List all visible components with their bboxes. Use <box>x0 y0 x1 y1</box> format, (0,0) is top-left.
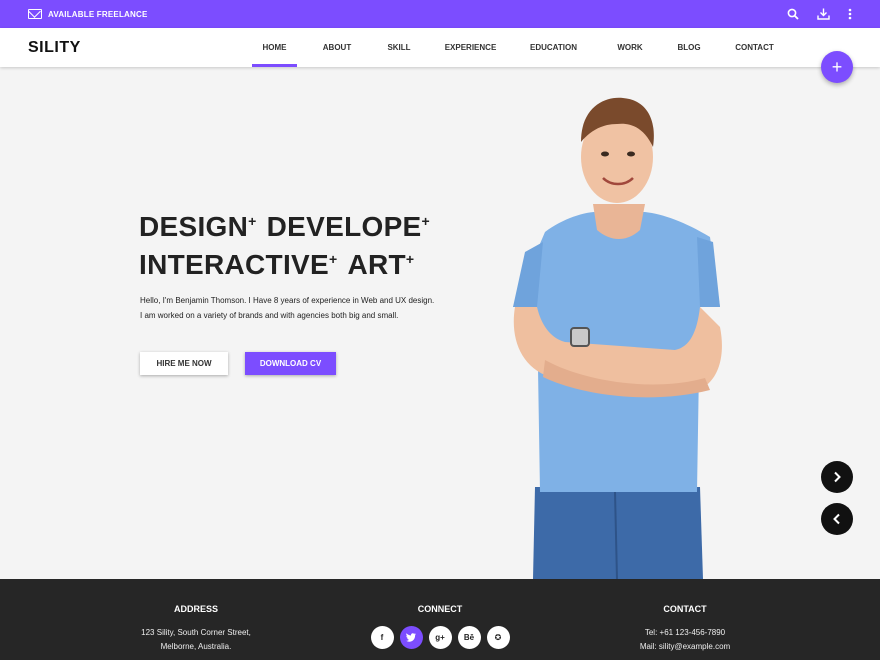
nav-item-about[interactable]: ABOUT <box>297 28 377 67</box>
add-fab-button[interactable]: + <box>821 51 853 83</box>
dribbble-icon[interactable]: ✪ <box>486 626 510 649</box>
hero-description-line: Hello, I'm Benjamin Thomson. I Have 8 ye… <box>140 296 435 305</box>
contact-mail[interactable]: Mail: sility@example.com <box>585 640 785 654</box>
plus-icon: + <box>831 56 843 77</box>
nav-item-work[interactable]: WORK <box>587 28 673 67</box>
next-slide-button[interactable] <box>821 461 853 493</box>
footer: ADDRESS 123 Sility, South Corner Street,… <box>0 579 880 660</box>
footer-address: ADDRESS 123 Sility, South Corner Street,… <box>96 604 296 654</box>
prev-slide-button[interactable] <box>821 503 853 535</box>
nav-item-education[interactable]: EDUCATION <box>520 28 587 67</box>
main-nav: SILITY HOME ABOUT SKILL EXPERIENCE EDUCA… <box>0 28 880 67</box>
hero-headline: DESIGN+ DEVELOPE+ INTERACTIVE+ ART+ <box>139 208 440 284</box>
address-line: Melborne, Australia. <box>160 642 232 651</box>
footer-connect-title: CONNECT <box>417 604 463 614</box>
nav-item-blog[interactable]: BLOG <box>673 28 705 67</box>
social-links: f g+ Bē ✪ <box>340 626 540 649</box>
facebook-icon[interactable]: f <box>370 626 394 649</box>
nav-item-contact[interactable]: CONTACT <box>705 28 804 67</box>
top-bar-actions <box>787 8 852 20</box>
more-vert-icon[interactable] <box>848 8 852 20</box>
top-bar: AVAILABLE FREELANCE <box>0 0 880 28</box>
portrait-photo <box>513 97 722 579</box>
download-cv-button[interactable]: DOWNLOAD CV <box>245 352 336 375</box>
plus-mark: + <box>405 251 415 267</box>
twitter-icon[interactable] <box>399 626 423 649</box>
nav-item-experience[interactable]: EXPERIENCE <box>421 28 520 67</box>
freelance-status: AVAILABLE FREELANCE <box>48 9 148 19</box>
nav-item-skill[interactable]: SKILL <box>377 28 421 67</box>
footer-contact-title: CONTACT <box>663 604 707 614</box>
hero-description-line: I am worked on a variety of brands and w… <box>140 311 399 320</box>
search-icon[interactable] <box>787 8 799 20</box>
headline-word: DEVELOPE <box>266 211 422 242</box>
contact-tel: Tel: +61 123-456-7890 <box>644 628 726 637</box>
headline-word: ART <box>347 249 406 280</box>
address-line: 123 Sility, South Corner Street, <box>141 628 251 637</box>
plus-mark: + <box>421 213 431 229</box>
headline-word: DESIGN <box>139 211 249 242</box>
footer-connect: CONNECT f g+ Bē ✪ <box>340 604 540 649</box>
download-icon[interactable] <box>817 8 830 20</box>
google-plus-icon[interactable]: g+ <box>428 626 452 649</box>
hire-me-button[interactable]: HIRE ME NOW <box>140 352 228 375</box>
plus-mark: + <box>328 251 338 267</box>
chevron-right-icon <box>834 471 841 483</box>
plus-mark: + <box>248 213 257 229</box>
footer-address-title: ADDRESS <box>173 604 218 614</box>
headline-word: INTERACTIVE <box>139 249 329 280</box>
behance-icon[interactable]: Bē <box>457 626 481 649</box>
chevron-left-icon <box>833 513 840 525</box>
mail-icon <box>28 9 42 19</box>
nav-item-home[interactable]: HOME <box>252 28 297 67</box>
hero-description: Hello, I'm Benjamin Thomson. I Have 8 ye… <box>140 293 470 323</box>
nav-menu: HOME ABOUT SKILL EXPERIENCE EDUCATION WO… <box>252 28 804 67</box>
footer-contact: CONTACT Tel: +61 123-456-7890 Mail: sili… <box>585 604 785 654</box>
site-logo[interactable]: SILITY <box>28 39 81 57</box>
